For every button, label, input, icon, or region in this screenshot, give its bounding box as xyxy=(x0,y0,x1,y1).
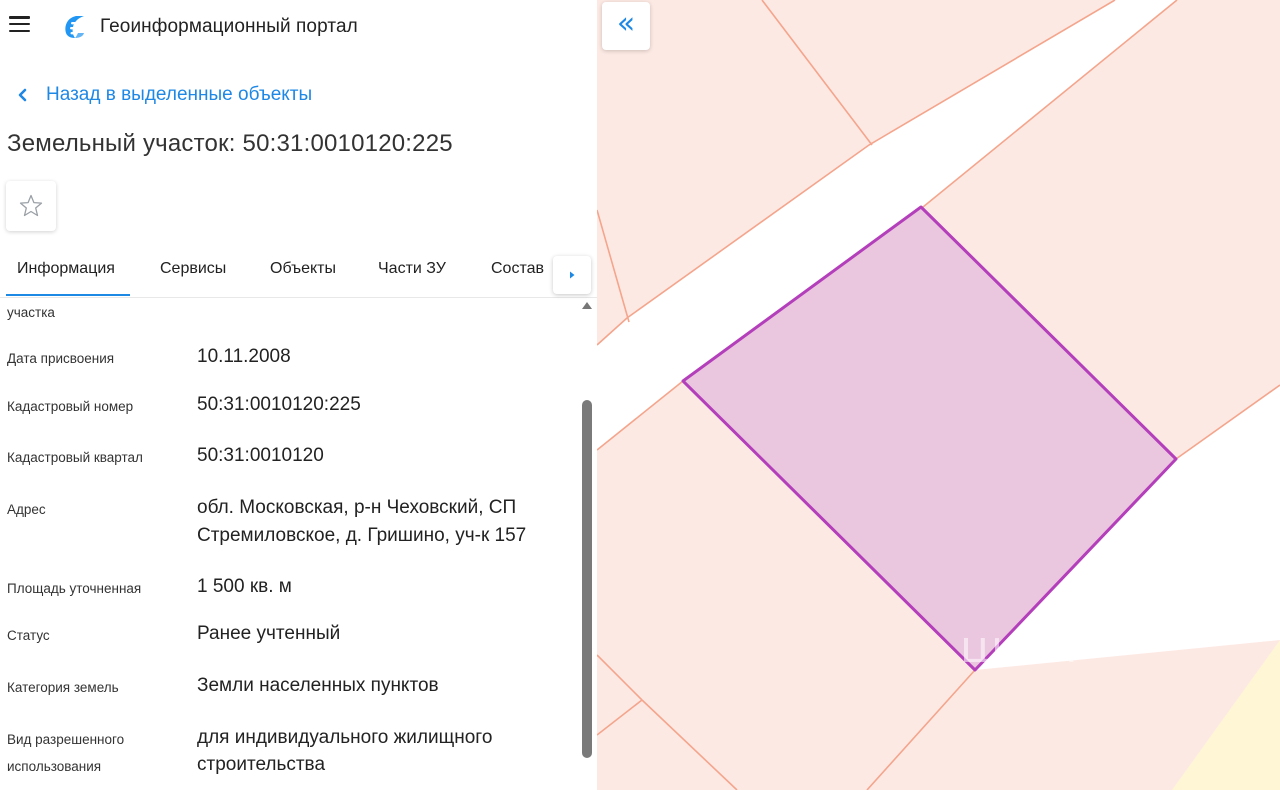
value-area: 1 500 кв. м xyxy=(197,576,292,597)
label-status: Статус xyxy=(7,628,50,643)
app-title: Геоинформационный портал xyxy=(100,16,358,37)
back-to-selected-link[interactable]: Назад в выделенные объекты xyxy=(12,83,312,107)
value-land-category: Земли населенных пунктов xyxy=(197,675,439,696)
page-title: Земельный участок: 50:31:0010120:225 xyxy=(7,130,453,157)
tab-services[interactable]: Сервисы xyxy=(160,260,226,278)
value-cadastral-number: 50:31:0010120:225 xyxy=(197,394,361,415)
value-permitted-use-line-2: строительства xyxy=(197,754,326,775)
info-list: участка Дата присвоения 10.11.2008 Кадас… xyxy=(0,298,580,790)
back-link-label: Назад в выделенные объекты xyxy=(46,84,313,105)
value-permitted-use-line-1: для индивидуального жилищного xyxy=(197,727,493,748)
partial-label: участка xyxy=(7,305,55,320)
chevron-left-icon xyxy=(18,88,27,102)
tab-information[interactable]: Информация xyxy=(17,260,115,278)
scroll-up-arrow-icon[interactable] xyxy=(582,302,592,309)
info-scrollbar[interactable] xyxy=(580,298,594,790)
side-panel: Геоинформационный портал Назад в выделен… xyxy=(0,0,597,790)
value-assignment-date: 10.11.2008 xyxy=(197,346,291,367)
label-permitted-use-line-1: Вид разрешенного xyxy=(7,732,125,747)
scrollbar-thumb[interactable] xyxy=(582,400,592,758)
map-canvas[interactable] xyxy=(597,0,1280,790)
label-address: Адрес xyxy=(7,502,46,517)
label-assignment-date: Дата присвоения xyxy=(7,351,115,366)
map-view[interactable]: « xyxy=(597,0,1280,790)
tab-bar: Информация Сервисы Объекты Части ЗУ Сост… xyxy=(0,252,597,298)
label-permitted-use-line-2: использования xyxy=(7,759,102,774)
portal-logo-icon xyxy=(65,16,84,38)
map-watermark: циан xyxy=(960,622,1079,673)
tab-parcel-parts[interactable]: Части ЗУ xyxy=(378,260,446,278)
label-land-category: Категория земель xyxy=(7,680,119,695)
tab-composition[interactable]: Состав xyxy=(491,260,544,278)
label-cadastral-quarter: Кадастровый квартал xyxy=(7,450,143,465)
value-cadastral-quarter: 50:31:0010120 xyxy=(197,445,324,466)
double-chevron-left-icon: « xyxy=(616,6,636,41)
hamburger-menu-icon[interactable] xyxy=(9,16,31,34)
value-address-line-1: обл. Московская, р-н Чеховский, СП xyxy=(197,497,517,518)
tabs-scroll-right-button[interactable] xyxy=(553,256,591,294)
active-tab-indicator xyxy=(6,294,130,296)
favorite-button[interactable] xyxy=(6,181,56,231)
caret-right-icon xyxy=(570,271,575,279)
value-address-line-2: Стремиловское, д. Гришино, уч-к 157 xyxy=(197,525,527,546)
star-icon xyxy=(19,194,43,217)
value-status: Ранее учтенный xyxy=(197,623,341,644)
tab-objects[interactable]: Объекты xyxy=(270,260,336,278)
collapse-panel-button[interactable]: « xyxy=(602,2,650,50)
label-cadastral-number: Кадастровый номер xyxy=(7,399,134,414)
label-area: Площадь уточненная xyxy=(7,581,142,596)
app-header: Геоинформационный портал xyxy=(0,0,597,52)
